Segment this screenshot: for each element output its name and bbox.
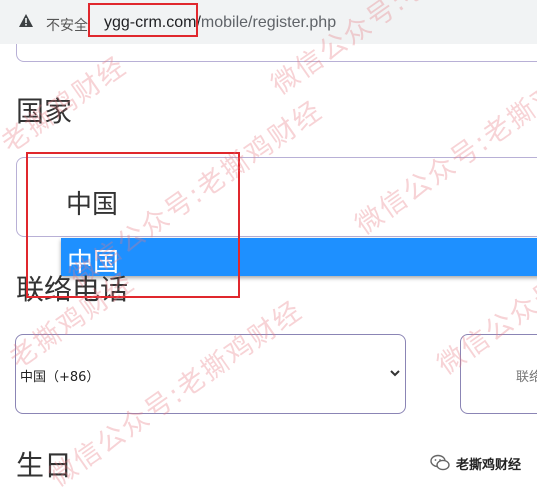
birthday-label: 生日 — [16, 449, 73, 482]
omnibox[interactable]: 不安全 ygg-crm.com/mobile/register.php — [6, 4, 486, 40]
country-label: 国家 — [16, 95, 73, 128]
url-path: mobile/register.php — [200, 14, 337, 31]
url-annotation-box — [88, 3, 198, 37]
phone-input-placeholder: 联络 — [516, 370, 537, 385]
wechat-badge: 老撕鸡财经 — [430, 452, 521, 474]
browser-address-bar: 不安全 ygg-crm.com/mobile/register.php — [0, 0, 537, 44]
wechat-icon — [430, 454, 450, 471]
badge-text: 老撕鸡财经 — [456, 457, 522, 473]
warning-icon[interactable] — [18, 13, 34, 29]
country-annotation-box — [26, 152, 240, 298]
previous-input[interactable] — [16, 44, 537, 62]
security-label[interactable]: 不安全 — [46, 15, 88, 35]
country-code-value: 中国（+86） — [20, 370, 100, 385]
chevron-down-icon — [390, 370, 400, 377]
